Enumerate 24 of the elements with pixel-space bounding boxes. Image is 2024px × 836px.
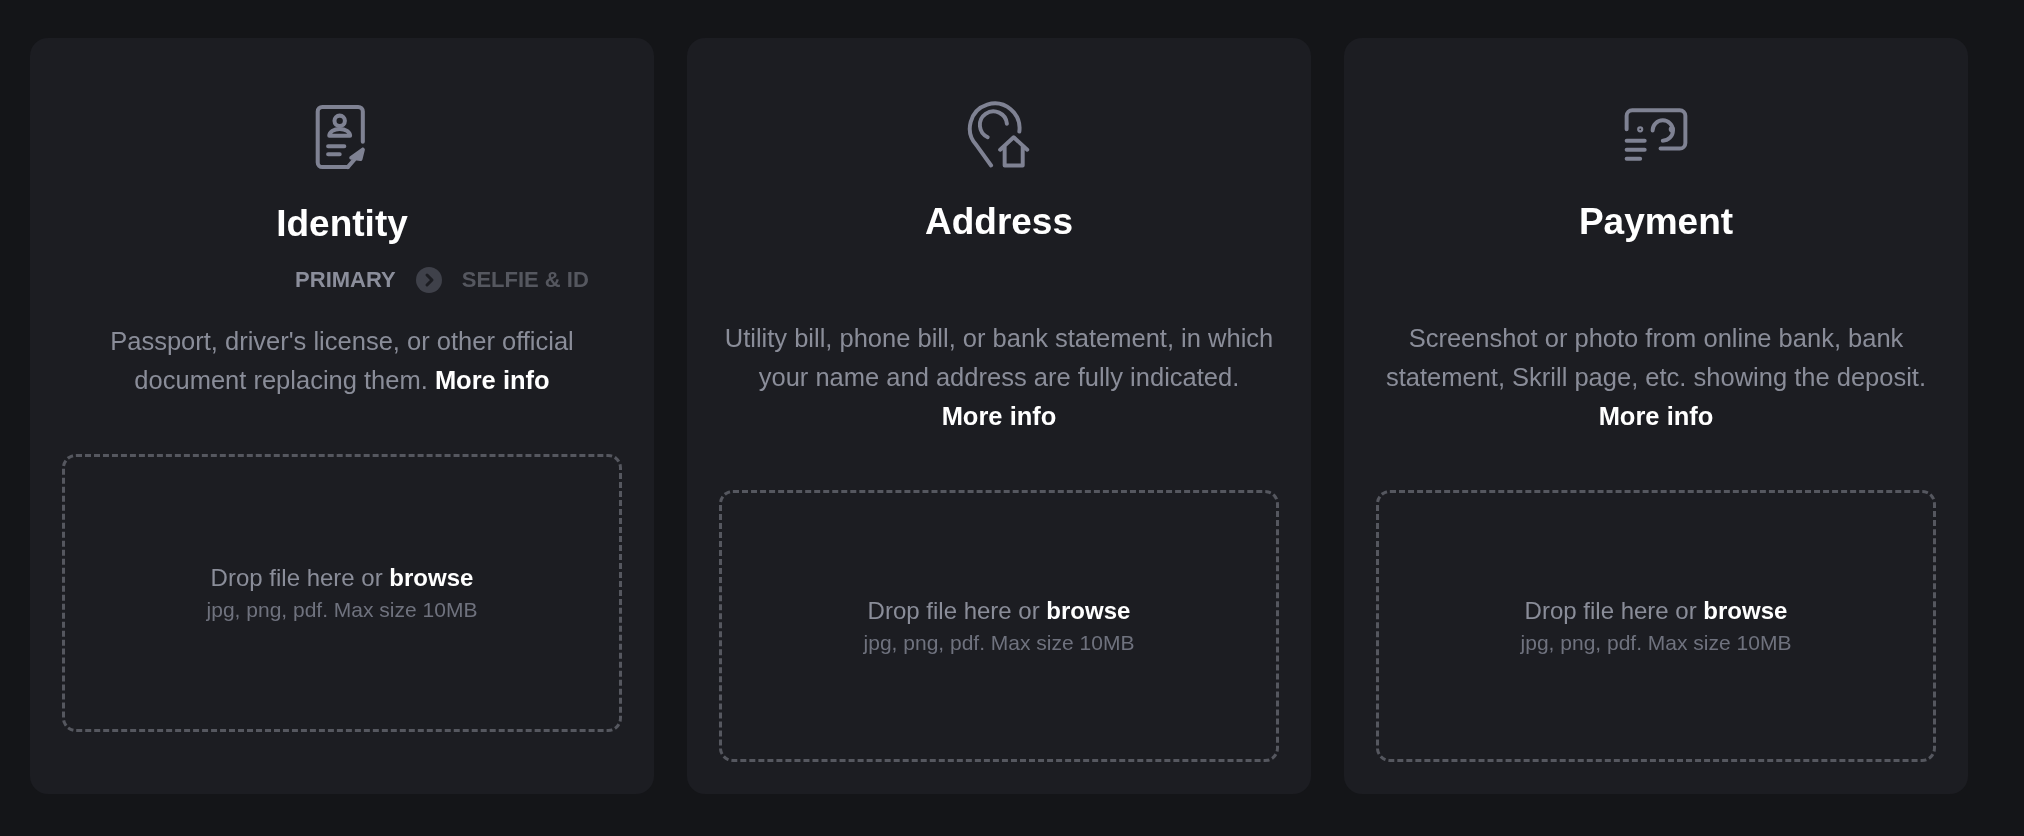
chevron-icon bbox=[415, 267, 442, 293]
file-hint: jpg, png, pdf. Max size 10MB bbox=[863, 631, 1135, 656]
drop-prompt: Drop file here or browse bbox=[867, 597, 1131, 626]
card-description: Screenshot or photo from online bank, bank statement, Skrill page, etc. showing the deposit. More info bbox=[1384, 323, 1927, 433]
browse-link[interactable]: browse bbox=[1703, 597, 1788, 625]
more-info-link[interactable]: More info bbox=[434, 366, 550, 394]
drop-prompt: Drop file here or browse bbox=[210, 564, 474, 592]
more-info-link[interactable]: More info bbox=[1598, 402, 1714, 431]
browse-link[interactable]: browse bbox=[389, 564, 474, 591]
browse-link[interactable]: browse bbox=[1046, 597, 1131, 625]
card-description: Passport, driver's license, or other official document replacing them. More info bbox=[109, 326, 575, 396]
file-drop-zone[interactable]: Drop file here or browse jpg, png, pdf. Max size 10MB bbox=[719, 490, 1279, 762]
card-title: Address bbox=[924, 200, 1074, 245]
card-description: Utility bill, phone bill, or bank statement, in which your name and address are fully indicated. More info bbox=[723, 323, 1275, 433]
file-drop-zone[interactable]: Drop file here or browse jpg, png, pdf. Max size 10MB bbox=[62, 454, 622, 732]
step-label: PRIMARY bbox=[295, 267, 396, 293]
file-drop-zone[interactable]: Drop file here or browse jpg, png, pdf. Max size 10MB bbox=[1376, 490, 1936, 762]
step-label: SELFIE & ID bbox=[461, 267, 589, 293]
file-hint: jpg, png, pdf. Max size 10MB bbox=[1520, 631, 1792, 656]
card-title: Identity bbox=[276, 202, 408, 246]
file-hint: jpg, png, pdf. Max size 10MB bbox=[206, 598, 478, 622]
drop-prompt: Drop file here or browse bbox=[1524, 597, 1788, 626]
card-title: Payment bbox=[1578, 200, 1734, 245]
more-info-link[interactable]: More info bbox=[941, 402, 1057, 431]
